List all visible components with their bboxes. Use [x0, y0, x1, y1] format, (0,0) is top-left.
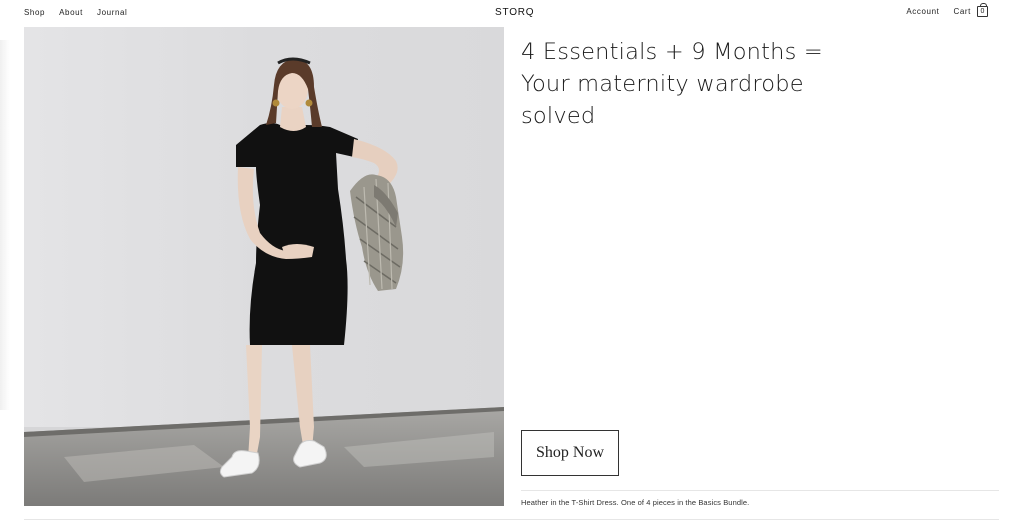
headline-line-1: 4 Essentials + 9 Months =: [521, 39, 823, 65]
cart-label: Cart: [953, 7, 971, 16]
account-nav: Account Cart 0: [906, 3, 988, 17]
caption-divider: [521, 490, 999, 491]
nav-journal-link[interactable]: Journal: [97, 8, 127, 17]
cart-count: 0: [980, 8, 985, 15]
cart-link[interactable]: Cart 0: [953, 3, 988, 17]
headline-line-2: Your maternity wardrobe: [521, 71, 804, 97]
hero-image: [24, 27, 504, 506]
bag-icon: 0: [977, 3, 988, 17]
hero-headline: 4 Essentials + 9 Months = Your maternity…: [521, 36, 841, 132]
model-photo-illustration: [24, 27, 504, 506]
top-navigation: Shop About Journal STORQ Account Cart 0: [0, 0, 1024, 26]
nav-about-link[interactable]: About: [59, 8, 83, 17]
account-link[interactable]: Account: [906, 7, 939, 16]
headline-line-3: solved: [521, 103, 596, 129]
image-caption: Heather in the T-Shirt Dress. One of 4 p…: [521, 498, 750, 507]
side-edge-shadow: [0, 40, 10, 410]
nav-shop-link[interactable]: Shop: [24, 8, 45, 17]
primary-nav: Shop About Journal: [24, 8, 127, 17]
brand-logo[interactable]: STORQ: [495, 7, 534, 18]
shop-now-button[interactable]: Shop Now: [521, 430, 619, 476]
section-divider: [24, 519, 999, 520]
